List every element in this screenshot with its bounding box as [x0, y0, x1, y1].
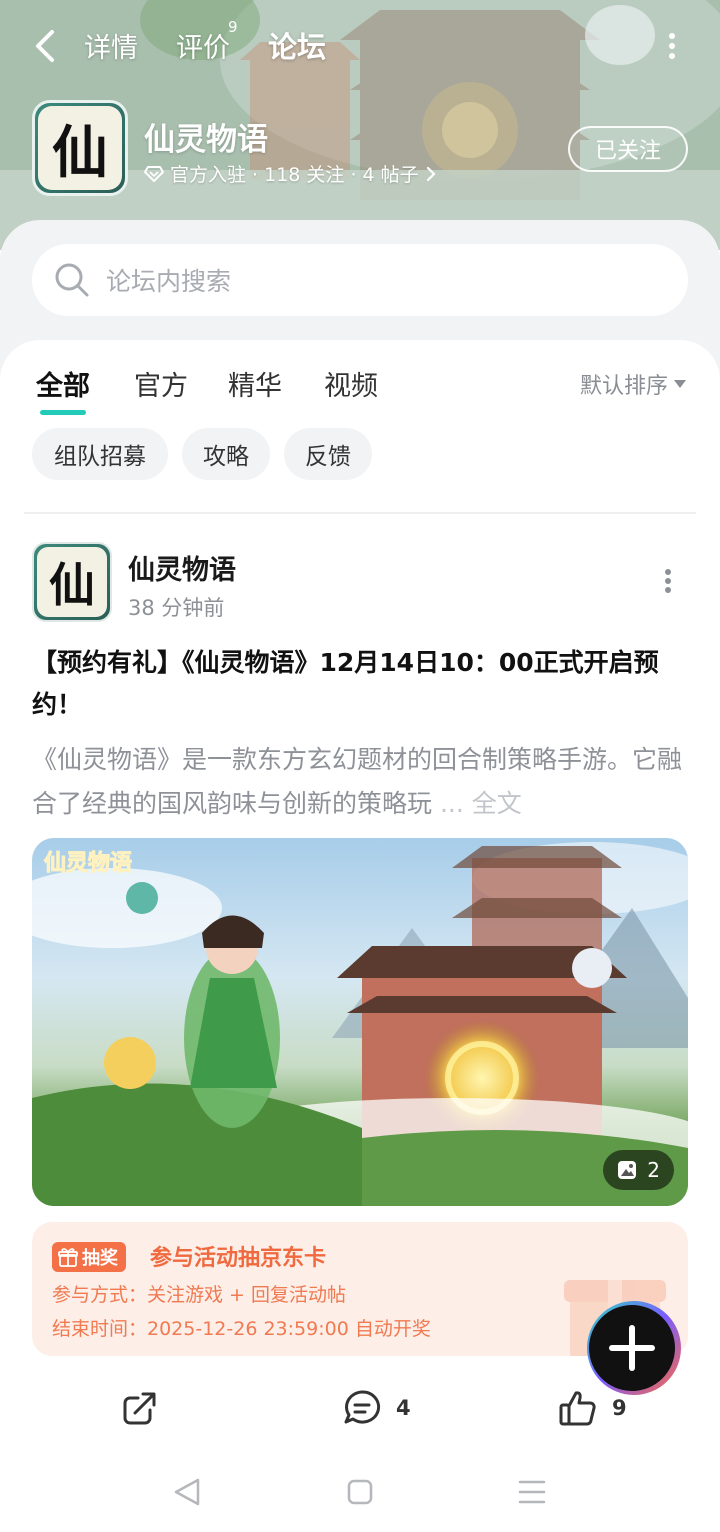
post-excerpt-text: 《仙灵物语》是一款东方玄幻题材的回合制策略手游。它融合了经典的国风韵味与创新的策… — [32, 745, 683, 818]
system-navigation-bar — [0, 1454, 720, 1532]
system-menu-icon[interactable] — [514, 1474, 550, 1510]
image-count-badge: 2 — [603, 1150, 674, 1190]
share-icon — [123, 1392, 156, 1425]
divider — [24, 512, 696, 514]
tab-featured[interactable]: 精华 — [228, 364, 282, 403]
comment-icon — [344, 1390, 381, 1424]
post-author-name[interactable]: 仙灵物语 — [128, 548, 236, 587]
lottery-badge: 抽奖 — [52, 1242, 126, 1272]
chip-feedback[interactable]: 反馈 — [284, 428, 372, 480]
image-count: 2 — [647, 1158, 660, 1182]
lottery-end-time: 结束时间：2025-12-26 23:59:00 自动开奖 — [52, 1318, 431, 1340]
chip-guide[interactable]: 攻略 — [182, 428, 270, 480]
full-text-link[interactable]: 全文 — [472, 789, 522, 818]
app-meta-text: 官方入驻 · 118 关注 · 4 帖子 — [170, 164, 419, 186]
chip-team-recruit[interactable]: 组队招募 — [32, 428, 168, 480]
post-avatar-glyph: 仙 — [37, 547, 107, 617]
tab-all[interactable]: 全部 — [36, 364, 90, 415]
post-timestamp: 38 分钟前 — [128, 596, 225, 620]
like-count: 9 — [612, 1396, 627, 1420]
share-button[interactable] — [120, 1386, 160, 1430]
post-excerpt[interactable]: 《仙灵物语》是一款东方玄幻题材的回合制策略手游。它融合了经典的国风韵味与创新的策… — [32, 738, 688, 826]
diamond-icon — [144, 165, 164, 182]
tab-reviews[interactable]: 评价 — [176, 26, 230, 65]
search-placeholder: 论坛内搜索 — [106, 267, 232, 296]
chevron-right-icon — [426, 166, 436, 181]
tab-forum[interactable]: 论坛 — [265, 24, 329, 66]
lottery-method: 参与方式：关注游戏 + 回复活动帖 — [52, 1284, 346, 1306]
image-icon — [618, 1161, 637, 1179]
sort-dropdown[interactable]: 默认排序 — [580, 368, 687, 400]
like-button[interactable]: 9 — [558, 1386, 627, 1430]
system-back-icon[interactable] — [170, 1474, 206, 1510]
post-author-avatar[interactable]: 仙 — [32, 542, 112, 622]
sort-label: 默认排序 — [580, 374, 669, 399]
app-header: 仙 仙灵物语 官方入驻 · 118 关注 · 4 帖子 已关注 — [32, 100, 692, 196]
caret-down-icon — [674, 380, 687, 388]
search-input[interactable]: 论坛内搜索 — [32, 244, 688, 316]
app-logo[interactable]: 仙 — [32, 100, 128, 196]
app-meta[interactable]: 官方入驻 · 118 关注 · 4 帖子 — [144, 160, 437, 187]
back-arrow-icon[interactable] — [30, 26, 64, 66]
follow-button[interactable]: 已关注 — [568, 126, 688, 172]
lottery-badge-label: 抽奖 — [82, 1248, 118, 1269]
tab-video[interactable]: 视频 — [324, 364, 378, 403]
reviews-count-badge: 9 — [228, 18, 238, 36]
post-more-icon[interactable] — [656, 566, 680, 596]
post-image-artwork: 仙灵物语 — [32, 842, 688, 1206]
comment-count: 4 — [396, 1396, 411, 1420]
post-title[interactable]: 【预约有礼】《仙灵物语》12月14日10：00正式开启预约！ — [32, 642, 688, 726]
thumbs-up-icon — [559, 1391, 596, 1426]
system-home-icon[interactable] — [342, 1474, 378, 1510]
app-logo-glyph: 仙 — [38, 106, 122, 190]
more-vertical-icon[interactable] — [660, 30, 684, 62]
app-name: 仙灵物语 — [144, 122, 268, 158]
comment-button[interactable]: 4 — [342, 1386, 411, 1430]
search-icon — [55, 263, 89, 297]
tab-official[interactable]: 官方 — [134, 364, 188, 403]
top-nav: 详情 评价 9 论坛 — [0, 18, 720, 70]
post-ellipsis: ... — [432, 789, 472, 818]
tab-details[interactable]: 详情 — [84, 26, 138, 65]
image-logo-text: 仙灵物语 — [44, 850, 132, 876]
lottery-title: 参与活动抽京东卡 — [150, 1246, 327, 1271]
post-image[interactable]: 仙灵物语 2 — [32, 838, 688, 1206]
create-post-button[interactable] — [580, 1298, 688, 1398]
gift-icon — [58, 1248, 78, 1267]
header-banner: 详情 评价 9 论坛 仙 仙灵物语 官方入驻 · 118 关注 · 4 帖子 已… — [0, 0, 720, 250]
